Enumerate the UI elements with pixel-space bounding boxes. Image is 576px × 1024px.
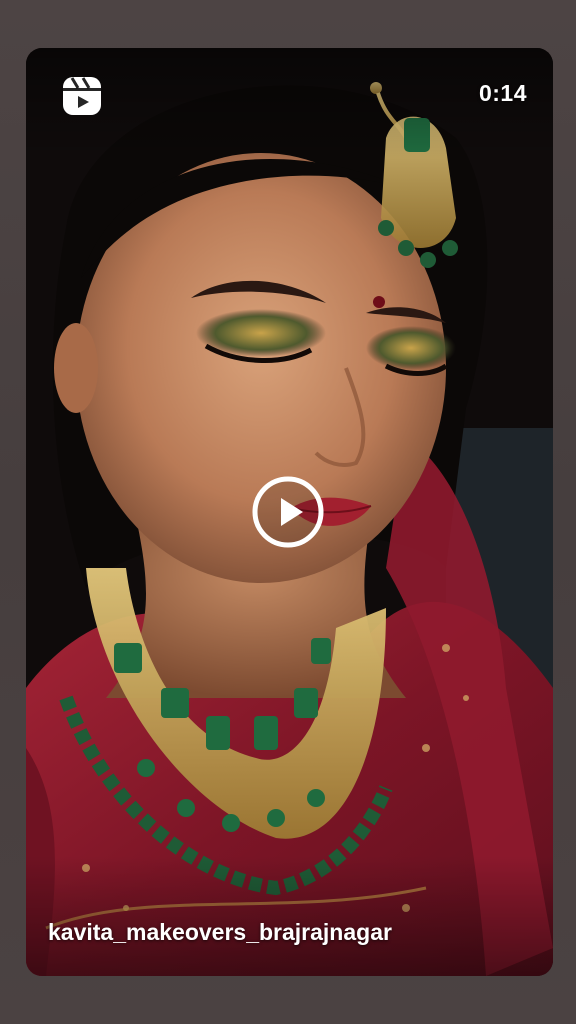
video-duration: 0:14 bbox=[478, 80, 527, 106]
screen: 0:14 kavita_makeovers_brajrajnagar bbox=[0, 0, 576, 1024]
top-gradient bbox=[26, 48, 553, 158]
reel-card[interactable]: 0:14 kavita_makeovers_brajrajnagar bbox=[26, 48, 553, 976]
account-username[interactable]: kavita_makeovers_brajrajnagar bbox=[48, 919, 392, 946]
play-icon bbox=[252, 476, 324, 548]
reels-icon bbox=[60, 74, 104, 118]
bottom-gradient bbox=[26, 856, 553, 976]
play-button[interactable] bbox=[252, 476, 324, 548]
